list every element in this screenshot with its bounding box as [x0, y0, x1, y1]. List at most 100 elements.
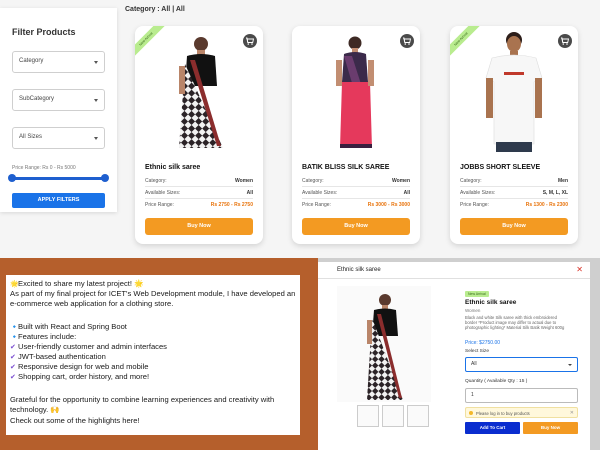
close-icon[interactable]: ✕ — [570, 410, 574, 416]
buy-now-button[interactable]: Buy Now — [302, 218, 410, 235]
post-line: 🔹Built with React and Spring Boot — [10, 322, 127, 331]
modal-title: Ethnic silk saree — [337, 267, 381, 273]
warning-icon — [469, 411, 473, 415]
apply-filters-button[interactable]: APPLY FILTERS — [12, 193, 105, 208]
subcategory-select-text: SubCategory — [19, 96, 55, 102]
select-size-label: Select Size — [465, 349, 489, 354]
post-line: 🌟Excited to share my latest project! 🌟 — [10, 279, 144, 288]
price-label: Price Range: — [302, 202, 331, 208]
size-select[interactable]: All Sizes — [12, 127, 105, 149]
post-frame: 🌟Excited to share my latest project! 🌟 A… — [0, 258, 318, 450]
product-name: JOBBS SHORT SLEEVE — [460, 164, 541, 171]
main-product-image — [337, 286, 431, 402]
size-select[interactable]: All — [465, 357, 578, 372]
category-label: Category: — [302, 178, 324, 184]
buy-now-button[interactable]: Buy Now — [145, 218, 253, 235]
add-to-cart-button[interactable] — [400, 34, 414, 48]
thumbnail-image[interactable] — [357, 405, 379, 427]
sizes-row: Available Sizes: All — [302, 190, 410, 196]
price-label: Price Range: — [145, 202, 174, 208]
category-label: Category: — [145, 178, 167, 184]
quantity-label: Quantity ( Available Qty : 15 ) — [465, 379, 528, 384]
product-modal: Ethnic silk saree ✕ New Arrival Ethnic s… — [318, 262, 590, 450]
product-card[interactable]: New Arrival Ethnic silk saree Category: … — [135, 26, 263, 244]
login-alert: Please log in to buy products ✕ — [465, 407, 578, 418]
star-icon: 🌟 — [10, 281, 19, 288]
divider — [145, 186, 253, 187]
buy-now-button[interactable]: Buy Now — [523, 422, 578, 434]
add-to-cart-button[interactable] — [558, 34, 572, 48]
size-select-text: All Sizes — [19, 134, 43, 140]
thumbnail-image[interactable] — [407, 405, 429, 427]
post-card: 🌟Excited to share my latest project! 🌟 A… — [6, 275, 300, 435]
product-name: Ethnic silk saree — [145, 164, 201, 171]
quantity-value: 1 — [471, 392, 474, 398]
chevron-down-icon — [94, 137, 98, 140]
size-select-value: All — [471, 361, 477, 367]
divider — [318, 278, 590, 279]
price-row: Price Range: Rs 3000 - Rs 3000 — [302, 202, 410, 208]
divider — [145, 198, 253, 199]
product-name: BATIK BLISS SILK SAREE — [302, 164, 390, 171]
sizes-row: Available Sizes: S, M, L, XL — [460, 190, 568, 196]
chevron-down-icon — [94, 99, 98, 102]
chevron-down-icon — [94, 61, 98, 64]
post-line: Grateful for the opportunity to combine … — [10, 395, 275, 404]
price-row: Price Range: Rs 1300 - Rs 2300 — [460, 202, 568, 208]
divider — [460, 198, 568, 199]
divider — [460, 186, 568, 187]
filter-panel: Filter Products Category SubCategory All… — [0, 8, 117, 212]
post-line: ✔ User-friendly customer and admin interf… — [10, 342, 167, 351]
price-row: Price Range: Rs 2750 - Rs 2750 — [145, 202, 253, 208]
post-line: e-commerce web application for a clothin… — [10, 299, 174, 308]
sizes-value: All — [403, 190, 410, 196]
buy-now-button[interactable]: Buy Now — [460, 218, 568, 235]
modal-product-category: Women — [465, 308, 481, 313]
price-slider-max-handle[interactable] — [101, 174, 109, 182]
post-line: ✔ JWT-based authentication — [10, 352, 106, 361]
blue-diamond-icon: 🔹 — [10, 324, 19, 331]
price-value: Rs 1300 - Rs 2300 — [525, 202, 568, 208]
post-line: ✔ Shopping cart, order history, and more! — [10, 372, 150, 381]
category-row: Category: Men — [460, 178, 568, 184]
post-line: 🔹Features include: — [10, 332, 77, 341]
filter-title: Filter Products — [12, 27, 76, 37]
cart-icon — [246, 37, 255, 45]
check-icon: ✔ — [10, 364, 16, 371]
price-label: Price Range: — [460, 202, 489, 208]
price-slider[interactable] — [12, 177, 105, 180]
breadcrumb: Category : All | All — [125, 6, 185, 13]
quantity-input[interactable]: 1 — [465, 388, 578, 403]
modal-product-price: Price: $2750.00 — [465, 340, 501, 346]
price-value: Rs 3000 - Rs 3000 — [367, 202, 410, 208]
category-label: Category: — [460, 178, 482, 184]
price-slider-min-handle[interactable] — [8, 174, 16, 182]
cart-icon — [403, 37, 412, 45]
product-card[interactable]: BATIK BLISS SILK SAREE Category: Women A… — [292, 26, 420, 244]
post-line: As part of my final project for ICET's W… — [10, 289, 296, 298]
post-line: technology. 🙌 — [10, 405, 60, 414]
chevron-down-icon — [568, 364, 572, 366]
close-icon[interactable]: ✕ — [576, 265, 583, 274]
check-icon: ✔ — [10, 374, 16, 381]
login-alert-text: Please log in to buy products — [476, 411, 530, 416]
sizes-row: Available Sizes: All — [145, 190, 253, 196]
price-range-label: Price Range: Rs 0 - Rs 5000 — [12, 165, 76, 171]
modal-product-name: Ethnic silk saree — [465, 299, 517, 306]
sizes-value: All — [246, 190, 253, 196]
sizes-label: Available Sizes: — [145, 190, 181, 196]
check-icon: ✔ — [10, 344, 16, 351]
sizes-value: S, M, L, XL — [542, 190, 568, 196]
thumbnail-image[interactable] — [382, 405, 404, 427]
add-to-cart-button[interactable] — [243, 34, 257, 48]
product-card[interactable]: New Arrival JOBBS SHORT SLEEVE Category:… — [450, 26, 578, 244]
subcategory-select[interactable]: SubCategory — [12, 89, 105, 111]
category-value: Men — [558, 178, 568, 184]
cart-icon — [561, 37, 570, 45]
modal-product-description: Black and white Silk saree with thick em… — [465, 315, 565, 331]
add-to-cart-button[interactable]: Add To Cart — [465, 422, 520, 434]
category-select[interactable]: Category — [12, 51, 105, 73]
category-value: Women — [235, 178, 253, 184]
price-value: Rs 2750 - Rs 2750 — [210, 202, 253, 208]
blue-diamond-icon: 🔹 — [10, 334, 19, 341]
